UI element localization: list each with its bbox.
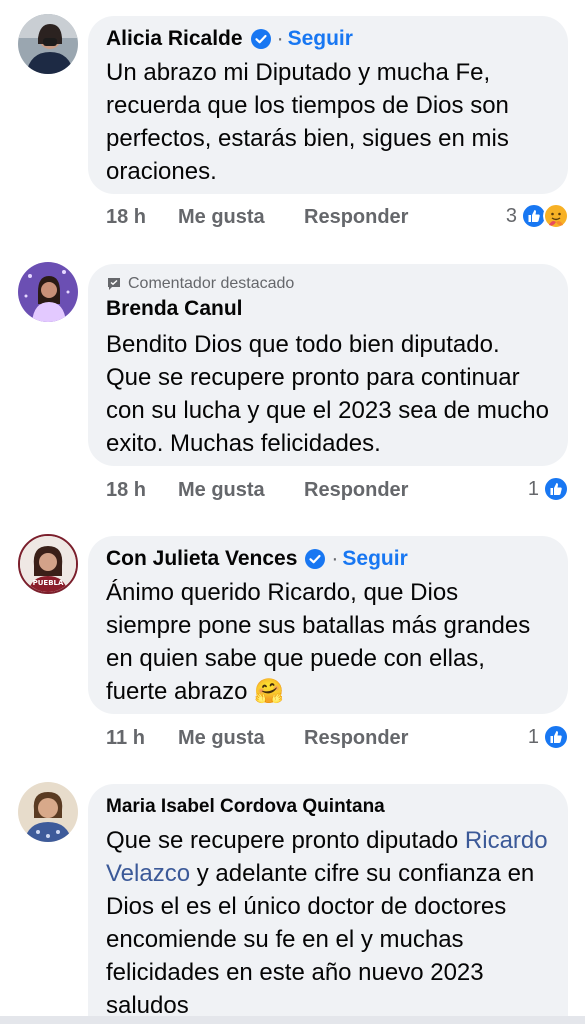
comment-text: Bendito Dios que todo bien diputado. Que… (106, 331, 549, 457)
like-button[interactable]: Me gusta (178, 727, 304, 750)
comment-text: Ánimo querido Ricardo, que Dios siempre … (106, 576, 550, 708)
comment-actions: 18 h Me gusta Responder (106, 206, 408, 229)
comment-actions: 11 h Me gusta Responder (106, 727, 408, 750)
comment-bubble: Maria Isabel Cordova Quintana Que se rec… (88, 784, 568, 1024)
comment-text: Un abrazo mi Diputado y mucha Fe, recuer… (106, 59, 509, 185)
reaction-count: 1 (527, 477, 539, 500)
avatar[interactable] (18, 782, 78, 842)
comment-text-body: Ánimo querido Ricardo, que Dios siempre … (106, 579, 531, 705)
care-icon (543, 203, 569, 229)
like-button[interactable]: Me gusta (178, 479, 304, 502)
follow-button[interactable]: Seguir (342, 546, 407, 572)
timestamp[interactable]: 18 h (106, 479, 178, 502)
bottom-divider (0, 1016, 585, 1024)
badge-label: Comentador destacado (128, 275, 295, 292)
separator-dot: · (331, 547, 339, 570)
comment-bubble: Alicia Ricalde · Seguir Un abrazo mi Dip… (88, 16, 568, 194)
reaction-count: 3 (505, 204, 517, 227)
reactions-summary[interactable]: 1 (528, 724, 569, 750)
avatar[interactable]: PUEBLA (18, 534, 78, 594)
timestamp[interactable]: 18 h (106, 206, 178, 229)
author-name[interactable]: Alicia Ricalde (106, 26, 243, 52)
reply-button[interactable]: Responder (304, 727, 408, 750)
like-icon (543, 476, 569, 502)
comment-actions: 18 h Me gusta Responder (106, 479, 408, 502)
comment-text: Que se recupere pronto diputado Ricardo … (106, 824, 550, 1022)
verified-icon (250, 29, 271, 49)
comment-bubble: Comentador destacado Brenda Canul Bendit… (88, 264, 568, 466)
avatar[interactable] (18, 262, 78, 322)
separator-dot: · (276, 27, 284, 50)
top-fan-badge: Comentador destacado (106, 274, 550, 294)
like-icon (543, 724, 569, 750)
timestamp[interactable]: 11 h (106, 727, 178, 750)
like-button[interactable]: Me gusta (178, 206, 304, 229)
reaction-count: 1 (527, 725, 539, 748)
follow-button[interactable]: Seguir (288, 26, 353, 52)
hug-emoji: 🤗 (254, 678, 284, 705)
avatar-caption: PUEBLA (33, 579, 64, 587)
reply-button[interactable]: Responder (304, 206, 408, 229)
reactions-summary[interactable]: 3 (506, 203, 569, 229)
author-name[interactable]: Con Julieta Vences (106, 546, 297, 572)
chat-badge-icon (108, 278, 120, 290)
comment-bubble: Con Julieta Vences · Seguir Ánimo querid… (88, 536, 568, 714)
author-name[interactable]: Brenda Canul (106, 296, 243, 322)
avatar[interactable] (18, 14, 78, 74)
author-name[interactable]: Maria Isabel Cordova Quintana (106, 794, 385, 820)
verified-icon (305, 549, 326, 569)
reactions-summary[interactable]: 1 (528, 476, 569, 502)
reply-button[interactable]: Responder (304, 479, 408, 502)
comment-text-before: Que se recupere pronto diputado (106, 827, 459, 854)
